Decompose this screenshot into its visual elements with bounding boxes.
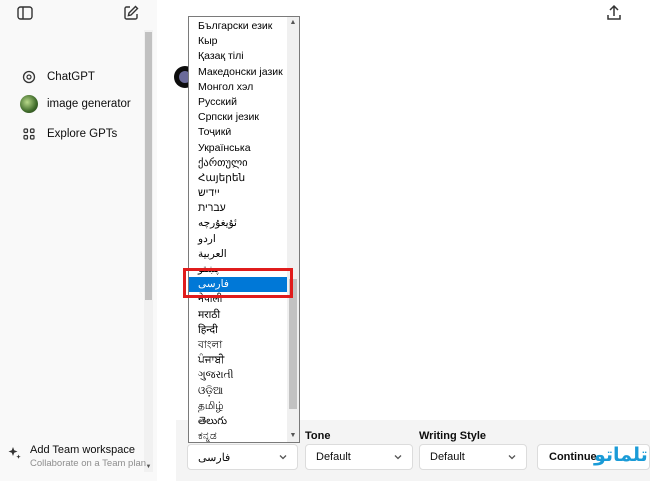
language-option[interactable]: Українська: [189, 141, 287, 156]
language-option[interactable]: ئۇيغۇرچە: [189, 216, 287, 231]
language-option[interactable]: Македонски јазик: [189, 65, 287, 80]
scroll-down-arrow-icon[interactable]: ▼: [287, 430, 299, 442]
language-option[interactable]: ଓଡ଼ିଆ: [189, 384, 287, 399]
dropdown-scrollbar[interactable]: ▲ ▼: [287, 17, 299, 442]
language-option[interactable]: Қазақ тілі: [189, 49, 287, 64]
language-option[interactable]: Српски језик: [189, 110, 287, 125]
language-option[interactable]: Български език: [189, 19, 287, 34]
sidebar-toggle-icon[interactable]: [16, 4, 34, 22]
app-window: ChatGPT image generator Explore GPTs ▼ A…: [0, 0, 650, 481]
annotation-highlight-box: [183, 268, 293, 298]
language-option[interactable]: עברית: [189, 201, 287, 216]
sidebar-item-chatgpt[interactable]: ChatGPT: [20, 66, 95, 88]
language-option[interactable]: తెలుగు: [189, 414, 287, 429]
watermark-logo: تلماتو: [594, 444, 648, 466]
chevron-down-icon: [394, 455, 402, 460]
language-dropdown-list[interactable]: Български език Кыр Қазақ тілі Македонски ја…: [188, 16, 300, 443]
sidebar-item-label: ChatGPT: [47, 71, 95, 83]
language-option[interactable]: Հայերեն: [189, 171, 287, 186]
language-option[interactable]: ਪੰਜਾਬੀ: [189, 353, 287, 368]
language-option[interactable]: Монгол хэл: [189, 80, 287, 95]
writing-style-label: Writing Style: [419, 430, 487, 442]
add-team-workspace[interactable]: Add Team workspace Collaborate on a Team…: [6, 444, 146, 469]
sidebar-item-explore-gpts[interactable]: Explore GPTs: [20, 123, 117, 145]
writing-style-select-value: Default: [430, 451, 465, 463]
language-option[interactable]: العربية: [189, 247, 287, 262]
sidebar: ChatGPT image generator Explore GPTs ▼ A…: [0, 0, 157, 481]
openai-logo-icon: [20, 68, 38, 86]
gpt-avatar: [20, 95, 38, 113]
language-option[interactable]: Тоҷикӣ: [189, 125, 287, 140]
language-option[interactable]: ייִדיש: [189, 186, 287, 201]
scroll-up-arrow-icon[interactable]: ▲: [287, 17, 299, 29]
sidebar-item-label: image generator: [47, 98, 131, 110]
language-option[interactable]: اردو: [189, 232, 287, 247]
scrollbar-thumb[interactable]: [145, 32, 152, 300]
team-title: Add Team workspace: [30, 444, 135, 456]
dropdown-scrollbar-thumb[interactable]: [289, 279, 297, 409]
share-icon[interactable]: [604, 3, 624, 23]
language-option[interactable]: Русский: [189, 95, 287, 110]
team-subtitle: Collaborate on a Team plan: [30, 458, 147, 469]
new-chat-icon[interactable]: [122, 4, 140, 22]
writing-style-select[interactable]: Default: [419, 444, 527, 470]
chevron-down-icon: [508, 455, 516, 460]
tone-select-value: Default: [316, 451, 351, 463]
language-select[interactable]: فارسی: [187, 444, 298, 470]
language-option[interactable]: ગુજરાતી: [189, 368, 287, 383]
grid-icon: [20, 125, 38, 143]
chevron-down-icon: [279, 455, 287, 460]
language-option[interactable]: ქართული: [189, 156, 287, 171]
language-option[interactable]: हिन्दी: [189, 323, 287, 338]
sparkle-icon: [8, 447, 21, 459]
language-options: Български език Кыр Қазақ тілі Македонски ја…: [189, 19, 287, 442]
language-option[interactable]: मराठी: [189, 308, 287, 323]
language-option[interactable]: ಕನ್ನಡ: [189, 429, 287, 442]
language-option[interactable]: Кыр: [189, 34, 287, 49]
language-select-value: فارسی: [198, 451, 231, 464]
tone-select[interactable]: Default: [305, 444, 413, 470]
language-option[interactable]: বাংলা: [189, 338, 287, 353]
language-option[interactable]: தமிழ்: [189, 399, 287, 414]
sidebar-scrollbar[interactable]: ▼: [144, 30, 153, 472]
sidebar-item-image-generator[interactable]: image generator: [20, 93, 131, 115]
tone-label: Tone: [305, 430, 331, 442]
sidebar-item-label: Explore GPTs: [47, 128, 118, 140]
